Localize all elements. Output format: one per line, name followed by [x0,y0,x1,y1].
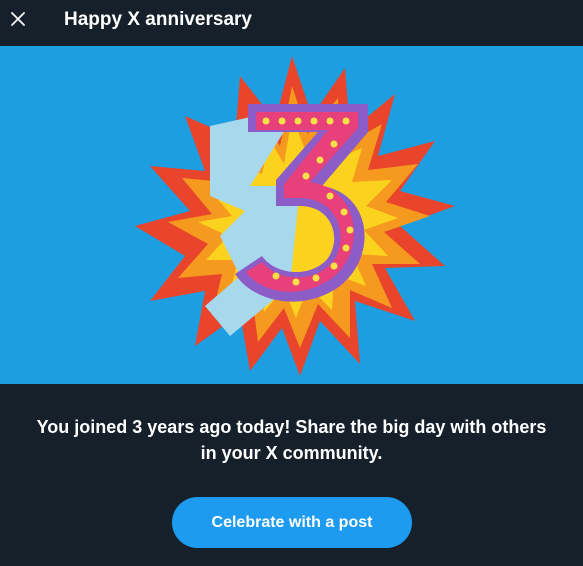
close-icon [11,12,25,26]
close-button[interactable] [4,5,32,33]
celebrate-with-post-button[interactable]: Celebrate with a post [172,497,412,548]
anniversary-message-text: You joined 3 years ago today! Share the … [36,417,547,463]
starburst-three-illustration [0,46,583,384]
anniversary-illustration [0,46,583,384]
modal-title: Happy X anniversary [64,9,252,30]
anniversary-modal: Happy X anniversary You joined 3 years a… [0,0,583,566]
modal-header: Happy X anniversary [0,0,583,46]
anniversary-message: You joined 3 years ago today! Share the … [0,414,583,466]
